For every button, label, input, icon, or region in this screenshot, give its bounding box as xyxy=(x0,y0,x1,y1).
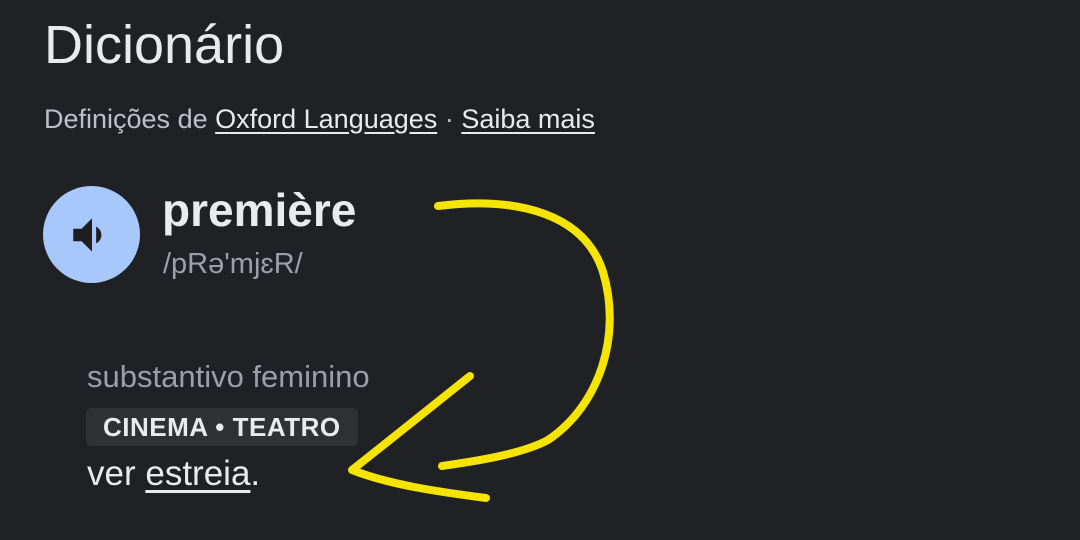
source-separator: · xyxy=(444,104,454,134)
estreia-link[interactable]: estreia xyxy=(145,454,250,493)
arrow-head xyxy=(348,372,490,502)
source-line: Definições de Oxford Languages · Saiba m… xyxy=(44,101,595,137)
dictionary-title: Dicionário xyxy=(44,15,285,75)
source-prefix: Definições de xyxy=(44,104,208,134)
volume-icon xyxy=(72,217,101,252)
arrow-curve xyxy=(434,199,614,470)
definition-suffix: . xyxy=(250,454,261,493)
domain-label-badge: CINEMA • TEATRO xyxy=(86,408,358,446)
oxford-languages-link[interactable]: Oxford Languages xyxy=(215,104,437,134)
headword: première xyxy=(162,184,357,236)
part-of-speech: substantivo feminino xyxy=(87,359,370,394)
pronunciation-button[interactable] xyxy=(43,186,140,283)
phonetic-transcription: /pRə'mjɛR/ xyxy=(163,248,303,280)
definition-prefix: ver xyxy=(87,454,136,493)
learn-more-link[interactable]: Saiba mais xyxy=(461,104,595,134)
definition-text: ver estreia. xyxy=(87,452,260,496)
